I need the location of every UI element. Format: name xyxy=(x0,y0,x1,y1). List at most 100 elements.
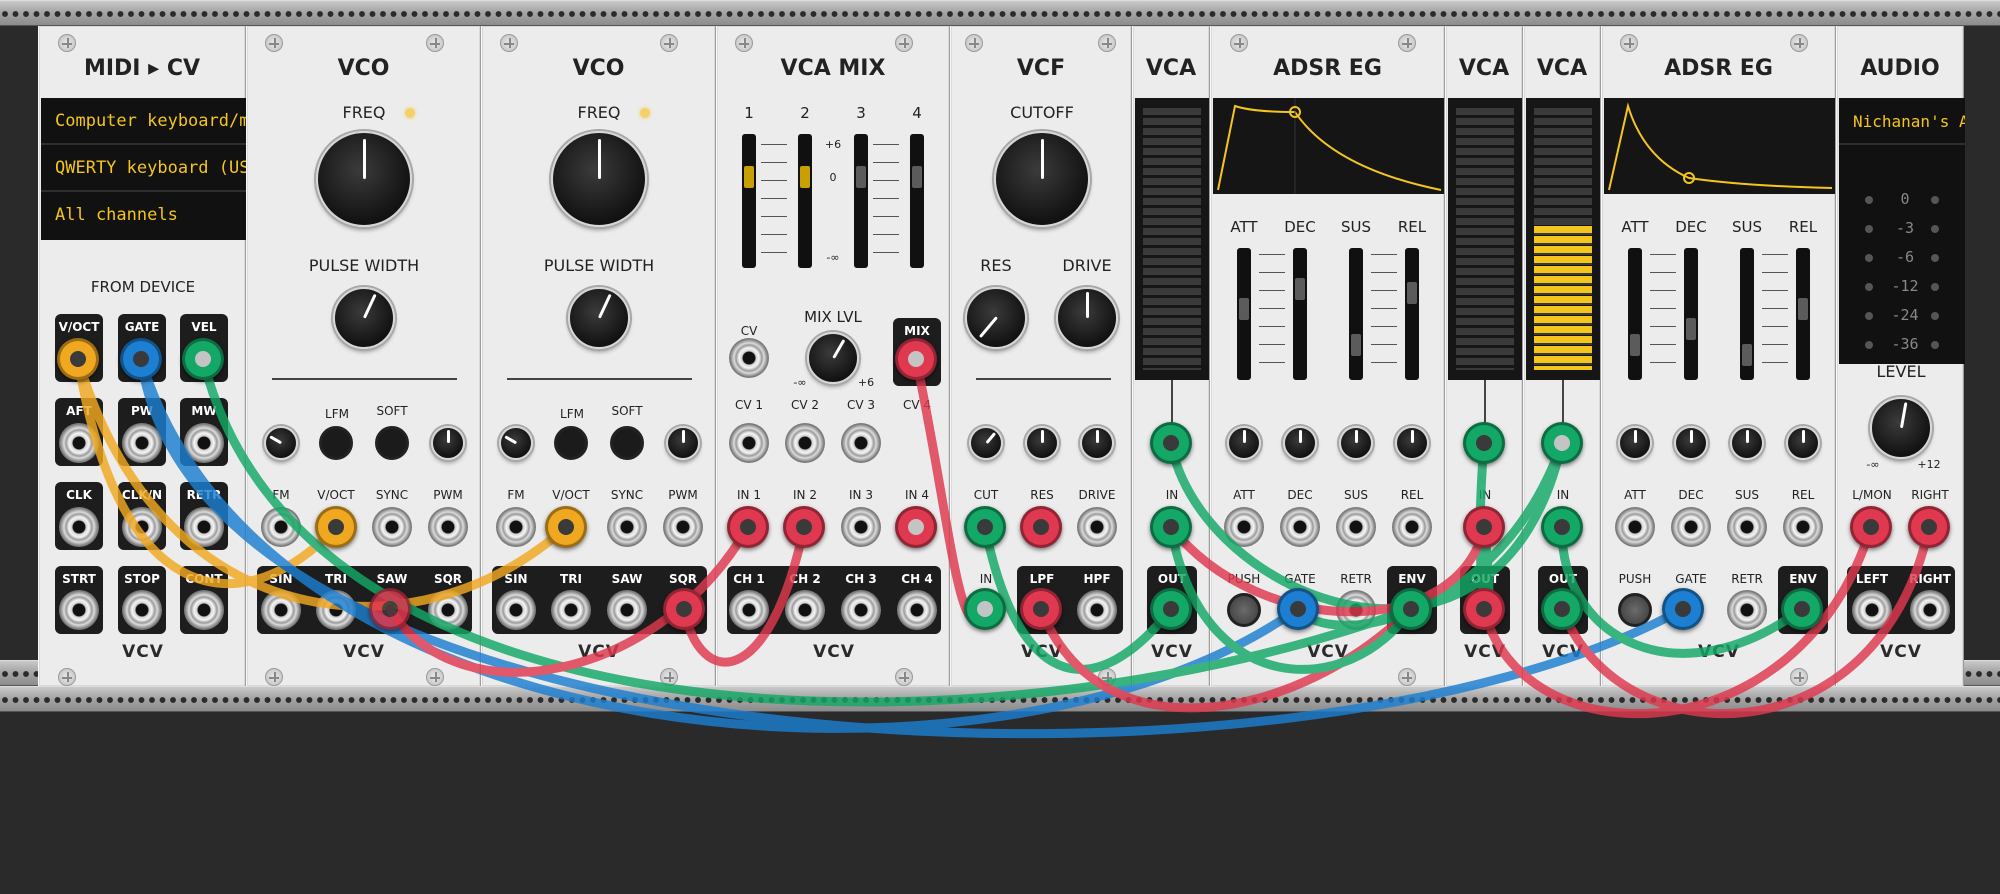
pw-jack[interactable] xyxy=(122,423,162,463)
sus-cv-knob[interactable] xyxy=(1730,426,1764,460)
cv2-jack[interactable] xyxy=(785,423,825,463)
sync-jack[interactable] xyxy=(607,507,647,547)
plug-green[interactable] xyxy=(964,588,1006,630)
plug-red[interactable] xyxy=(369,588,411,630)
rel-cv-knob[interactable] xyxy=(1786,426,1820,460)
sus-cv-jack[interactable] xyxy=(1727,507,1767,547)
ch1-jack[interactable] xyxy=(729,590,769,630)
midi-driver-select[interactable]: Computer keyboard/m xyxy=(41,98,247,145)
dec-cv-knob[interactable] xyxy=(1674,426,1708,460)
dec-cv-jack[interactable] xyxy=(1280,507,1320,547)
pwm-knob[interactable] xyxy=(666,426,700,460)
plug-red[interactable] xyxy=(1908,506,1950,548)
rel-cv-jack[interactable] xyxy=(1392,507,1432,547)
cut-cv-knob[interactable] xyxy=(969,426,1003,460)
plug-red[interactable] xyxy=(895,506,937,548)
channel-3-fader[interactable] xyxy=(854,134,868,268)
vco-module-1[interactable]: VCO FREQ PULSE WIDTH LFM SOFT FM V/OCT S… xyxy=(246,26,481,686)
clkn-jack[interactable] xyxy=(122,507,162,547)
pwm-jack[interactable] xyxy=(663,507,703,547)
plug-red[interactable] xyxy=(727,506,769,548)
tri-jack[interactable] xyxy=(316,590,356,630)
lfm-switch[interactable] xyxy=(319,426,353,460)
audio-module[interactable]: AUDIO Nichanan's A 0 -3 -6 -12 -24 -36 L… xyxy=(1836,26,1965,686)
att-cv-jack[interactable] xyxy=(1224,507,1264,547)
aft-jack[interactable] xyxy=(59,423,99,463)
midi-device-select[interactable]: QWERTY keyboard (US xyxy=(41,145,247,192)
sus-fader[interactable] xyxy=(1740,248,1754,380)
plug-green[interactable] xyxy=(1150,588,1192,630)
vca-module-1[interactable]: VCA IN OUT VCV xyxy=(1132,26,1210,686)
plug-blue[interactable] xyxy=(120,338,162,380)
drive-knob[interactable] xyxy=(1056,287,1118,349)
pwm-knob[interactable] xyxy=(431,426,465,460)
plug-red[interactable] xyxy=(1020,588,1062,630)
dec-fader[interactable] xyxy=(1293,248,1307,380)
stop-jack[interactable] xyxy=(122,590,162,630)
plug-red[interactable] xyxy=(783,506,825,548)
plug-red[interactable] xyxy=(1020,506,1062,548)
dec-cv-knob[interactable] xyxy=(1283,426,1317,460)
ch4-jack[interactable] xyxy=(897,590,937,630)
cutoff-knob[interactable] xyxy=(994,131,1090,227)
cv1-jack[interactable] xyxy=(729,423,769,463)
rel-fader[interactable] xyxy=(1796,248,1810,380)
audio-display[interactable]: Nichanan's A 0 -3 -6 -12 -24 -36 xyxy=(1839,98,1965,364)
drive-cv-jack[interactable] xyxy=(1077,507,1117,547)
plug-red[interactable] xyxy=(663,588,705,630)
retr-jack[interactable] xyxy=(1727,590,1767,630)
rel-fader[interactable] xyxy=(1405,248,1419,380)
plug-green[interactable] xyxy=(1541,506,1583,548)
plug-red[interactable] xyxy=(1463,506,1505,548)
att-fader[interactable] xyxy=(1628,248,1642,380)
plug-green[interactable] xyxy=(1541,588,1583,630)
cont-jack[interactable] xyxy=(184,590,224,630)
tri-jack[interactable] xyxy=(551,590,591,630)
dec-fader[interactable] xyxy=(1684,248,1698,380)
att-cv-jack[interactable] xyxy=(1615,507,1655,547)
rel-cv-knob[interactable] xyxy=(1395,426,1429,460)
channel-4-fader[interactable] xyxy=(910,134,924,268)
sus-cv-jack[interactable] xyxy=(1336,507,1376,547)
push-button[interactable] xyxy=(1227,593,1261,627)
pulse-width-knob[interactable] xyxy=(568,287,630,349)
level-knob[interactable] xyxy=(1870,397,1932,459)
midi-display[interactable]: Computer keyboard/m QWERTY keyboard (US … xyxy=(41,98,247,240)
plug-red[interactable] xyxy=(895,338,937,380)
clk-jack[interactable] xyxy=(59,507,99,547)
vcf-module[interactable]: VCF CUTOFF RES DRIVE CUT RES DRIVE IN LP… xyxy=(950,26,1132,686)
plug-green[interactable] xyxy=(1150,506,1192,548)
res-knob[interactable] xyxy=(965,287,1027,349)
plug-blue[interactable] xyxy=(1662,588,1704,630)
lfm-switch[interactable] xyxy=(554,426,588,460)
saw-jack[interactable] xyxy=(607,590,647,630)
channel-2-fader[interactable] xyxy=(798,134,812,268)
vca-module-2[interactable]: VCA IN OUT VCV xyxy=(1445,26,1523,686)
plug-red[interactable] xyxy=(1850,506,1892,548)
retr-jack[interactable] xyxy=(1336,590,1376,630)
midi-channel-select[interactable]: All channels xyxy=(41,192,247,239)
fm-knob[interactable] xyxy=(499,426,533,460)
adsr-module-2[interactable]: ADSR EG ATT DEC SUS REL ATT DEC SUS REL … xyxy=(1601,26,1836,686)
pulse-width-knob[interactable] xyxy=(333,287,395,349)
drive-cv-knob[interactable] xyxy=(1080,426,1114,460)
sus-fader[interactable] xyxy=(1349,248,1363,380)
sync-jack[interactable] xyxy=(372,507,412,547)
res-cv-knob[interactable] xyxy=(1025,426,1059,460)
plug-green[interactable] xyxy=(182,338,224,380)
plug-blue[interactable] xyxy=(1277,588,1319,630)
in3-jack[interactable] xyxy=(841,507,881,547)
sin-jack[interactable] xyxy=(261,590,301,630)
fm-knob[interactable] xyxy=(264,426,298,460)
plug-yellow[interactable] xyxy=(545,506,587,548)
plug-green[interactable] xyxy=(964,506,1006,548)
freq-knob[interactable] xyxy=(316,131,412,227)
strt-jack[interactable] xyxy=(59,590,99,630)
ch2-jack[interactable] xyxy=(785,590,825,630)
soft-switch[interactable] xyxy=(375,426,409,460)
fm-jack[interactable] xyxy=(496,507,536,547)
plug-green[interactable] xyxy=(1150,422,1192,464)
freq-knob[interactable] xyxy=(551,131,647,227)
sin-jack[interactable] xyxy=(496,590,536,630)
sqr-jack[interactable] xyxy=(428,590,468,630)
